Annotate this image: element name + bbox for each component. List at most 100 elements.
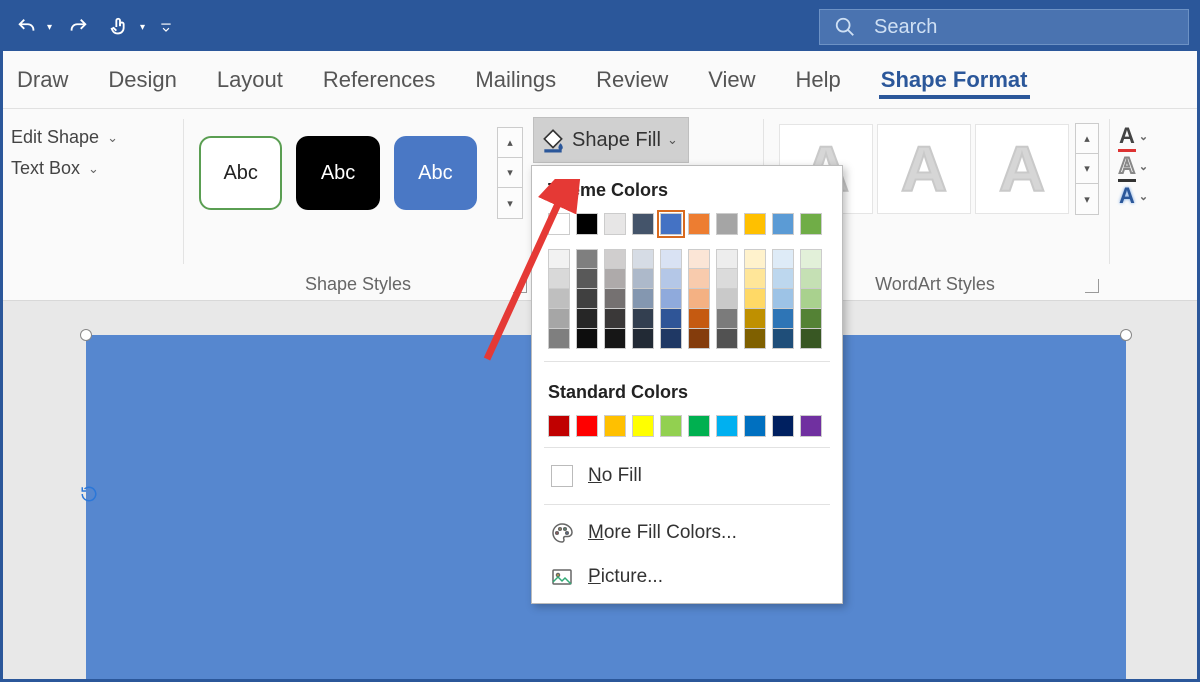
text-box-button[interactable]: Text Box ⌄ <box>11 158 175 179</box>
theme-tint-swatch[interactable] <box>716 269 738 289</box>
shape-style-preset-1[interactable]: Abc <box>199 136 282 210</box>
theme-tint-swatch[interactable] <box>548 269 570 289</box>
standard-color-swatch[interactable] <box>772 415 794 437</box>
theme-tint-swatch[interactable] <box>744 309 766 329</box>
theme-tint-swatch[interactable] <box>716 249 738 269</box>
theme-tint-swatch[interactable] <box>576 289 598 309</box>
theme-tint-swatch[interactable] <box>716 329 738 349</box>
theme-tint-swatch[interactable] <box>772 289 794 309</box>
edit-shape-button[interactable]: Edit Shape ⌄ <box>11 127 175 148</box>
theme-color-swatch[interactable] <box>576 213 598 235</box>
standard-color-swatch[interactable] <box>744 415 766 437</box>
theme-tint-swatch[interactable] <box>548 309 570 329</box>
standard-color-swatch[interactable] <box>688 415 710 437</box>
theme-tint-swatch[interactable] <box>716 289 738 309</box>
theme-tint-swatch[interactable] <box>548 249 570 269</box>
theme-tint-swatch[interactable] <box>800 309 822 329</box>
text-outline-button[interactable]: A⌄ <box>1119 153 1195 179</box>
rotate-handle[interactable] <box>80 485 98 503</box>
theme-tint-swatch[interactable] <box>660 309 682 329</box>
theme-tint-swatch[interactable] <box>660 249 682 269</box>
theme-color-swatch[interactable] <box>744 213 766 235</box>
theme-tint-swatch[interactable] <box>772 249 794 269</box>
theme-tint-swatch[interactable] <box>604 289 626 309</box>
theme-color-swatch[interactable] <box>604 213 626 235</box>
theme-tint-swatch[interactable] <box>660 269 682 289</box>
theme-tint-swatch[interactable] <box>772 309 794 329</box>
shape-style-preset-3[interactable]: Abc <box>394 136 477 210</box>
tab-design[interactable]: Design <box>106 61 178 99</box>
standard-color-swatch[interactable] <box>576 415 598 437</box>
undo-dropdown-icon[interactable]: ▾ <box>47 22 52 33</box>
tab-review[interactable]: Review <box>594 61 670 99</box>
theme-tint-swatch[interactable] <box>800 269 822 289</box>
tab-references[interactable]: References <box>321 61 438 99</box>
tab-layout[interactable]: Layout <box>215 61 285 99</box>
standard-color-swatch[interactable] <box>660 415 682 437</box>
theme-color-swatch[interactable] <box>688 213 710 235</box>
standard-color-swatch[interactable] <box>716 415 738 437</box>
theme-tint-swatch[interactable] <box>632 269 654 289</box>
theme-tint-swatch[interactable] <box>604 329 626 349</box>
theme-tint-swatch[interactable] <box>604 309 626 329</box>
theme-tint-swatch[interactable] <box>632 289 654 309</box>
theme-tint-swatch[interactable] <box>576 309 598 329</box>
tab-view[interactable]: View <box>706 61 757 99</box>
theme-color-swatch[interactable] <box>800 213 822 235</box>
undo-button[interactable] <box>11 11 43 43</box>
no-fill-item[interactable]: No Fill <box>532 454 842 498</box>
theme-tint-swatch[interactable] <box>660 329 682 349</box>
theme-tint-swatch[interactable] <box>744 329 766 349</box>
wordart-preset-2[interactable]: A <box>877 124 971 214</box>
theme-color-swatch[interactable] <box>660 213 682 235</box>
shape-styles-dialog-launcher[interactable] <box>513 279 527 293</box>
theme-tint-swatch[interactable] <box>576 249 598 269</box>
theme-tint-swatch[interactable] <box>688 249 710 269</box>
wordart-preset-3[interactable]: A <box>975 124 1069 214</box>
standard-color-swatch[interactable] <box>800 415 822 437</box>
theme-color-swatch[interactable] <box>548 213 570 235</box>
wordart-styles-dialog-launcher[interactable] <box>1085 279 1099 293</box>
theme-tint-swatch[interactable] <box>688 269 710 289</box>
theme-tint-swatch[interactable] <box>576 329 598 349</box>
gallery-scroll-down-button[interactable]: ▾ <box>498 158 522 188</box>
gallery-scroll-up-button[interactable]: ▴ <box>498 128 522 158</box>
theme-tint-swatch[interactable] <box>548 289 570 309</box>
tab-shape-format[interactable]: Shape Format <box>879 61 1030 99</box>
touch-dropdown-icon[interactable]: ▾ <box>140 22 145 33</box>
picture-fill-item[interactable]: Picture... <box>532 555 842 599</box>
shape-style-preset-2[interactable]: Abc <box>296 136 379 210</box>
theme-color-swatch[interactable] <box>716 213 738 235</box>
tab-help[interactable]: Help <box>794 61 843 99</box>
standard-color-swatch[interactable] <box>632 415 654 437</box>
text-fill-button[interactable]: A⌄ <box>1119 123 1195 149</box>
text-effects-button[interactable]: A⌄ <box>1119 183 1195 209</box>
theme-tint-swatch[interactable] <box>604 269 626 289</box>
theme-tint-swatch[interactable] <box>688 309 710 329</box>
theme-tint-swatch[interactable] <box>744 249 766 269</box>
theme-tint-swatch[interactable] <box>800 289 822 309</box>
theme-tint-swatch[interactable] <box>576 269 598 289</box>
touch-mode-button[interactable] <box>104 11 136 43</box>
theme-tint-swatch[interactable] <box>632 249 654 269</box>
resize-handle-nw[interactable] <box>80 329 92 341</box>
gallery-scroll-up-button[interactable]: ▴ <box>1076 124 1098 154</box>
theme-color-swatch[interactable] <box>632 213 654 235</box>
gallery-scroll-down-button[interactable]: ▾ <box>1076 154 1098 184</box>
standard-color-swatch[interactable] <box>548 415 570 437</box>
tab-mailings[interactable]: Mailings <box>473 61 558 99</box>
theme-tint-swatch[interactable] <box>548 329 570 349</box>
more-fill-colors-item[interactable]: More Fill Colors... <box>532 511 842 555</box>
standard-color-swatch[interactable] <box>604 415 626 437</box>
theme-tint-swatch[interactable] <box>688 289 710 309</box>
gallery-expand-button[interactable]: ▾ <box>498 188 522 218</box>
theme-tint-swatch[interactable] <box>800 329 822 349</box>
theme-tint-swatch[interactable] <box>660 289 682 309</box>
theme-color-swatch[interactable] <box>772 213 794 235</box>
theme-tint-swatch[interactable] <box>688 329 710 349</box>
theme-tint-swatch[interactable] <box>604 249 626 269</box>
tab-draw[interactable]: Draw <box>15 61 70 99</box>
theme-tint-swatch[interactable] <box>772 329 794 349</box>
theme-tint-swatch[interactable] <box>800 249 822 269</box>
gallery-expand-button[interactable]: ▾ <box>1076 184 1098 214</box>
